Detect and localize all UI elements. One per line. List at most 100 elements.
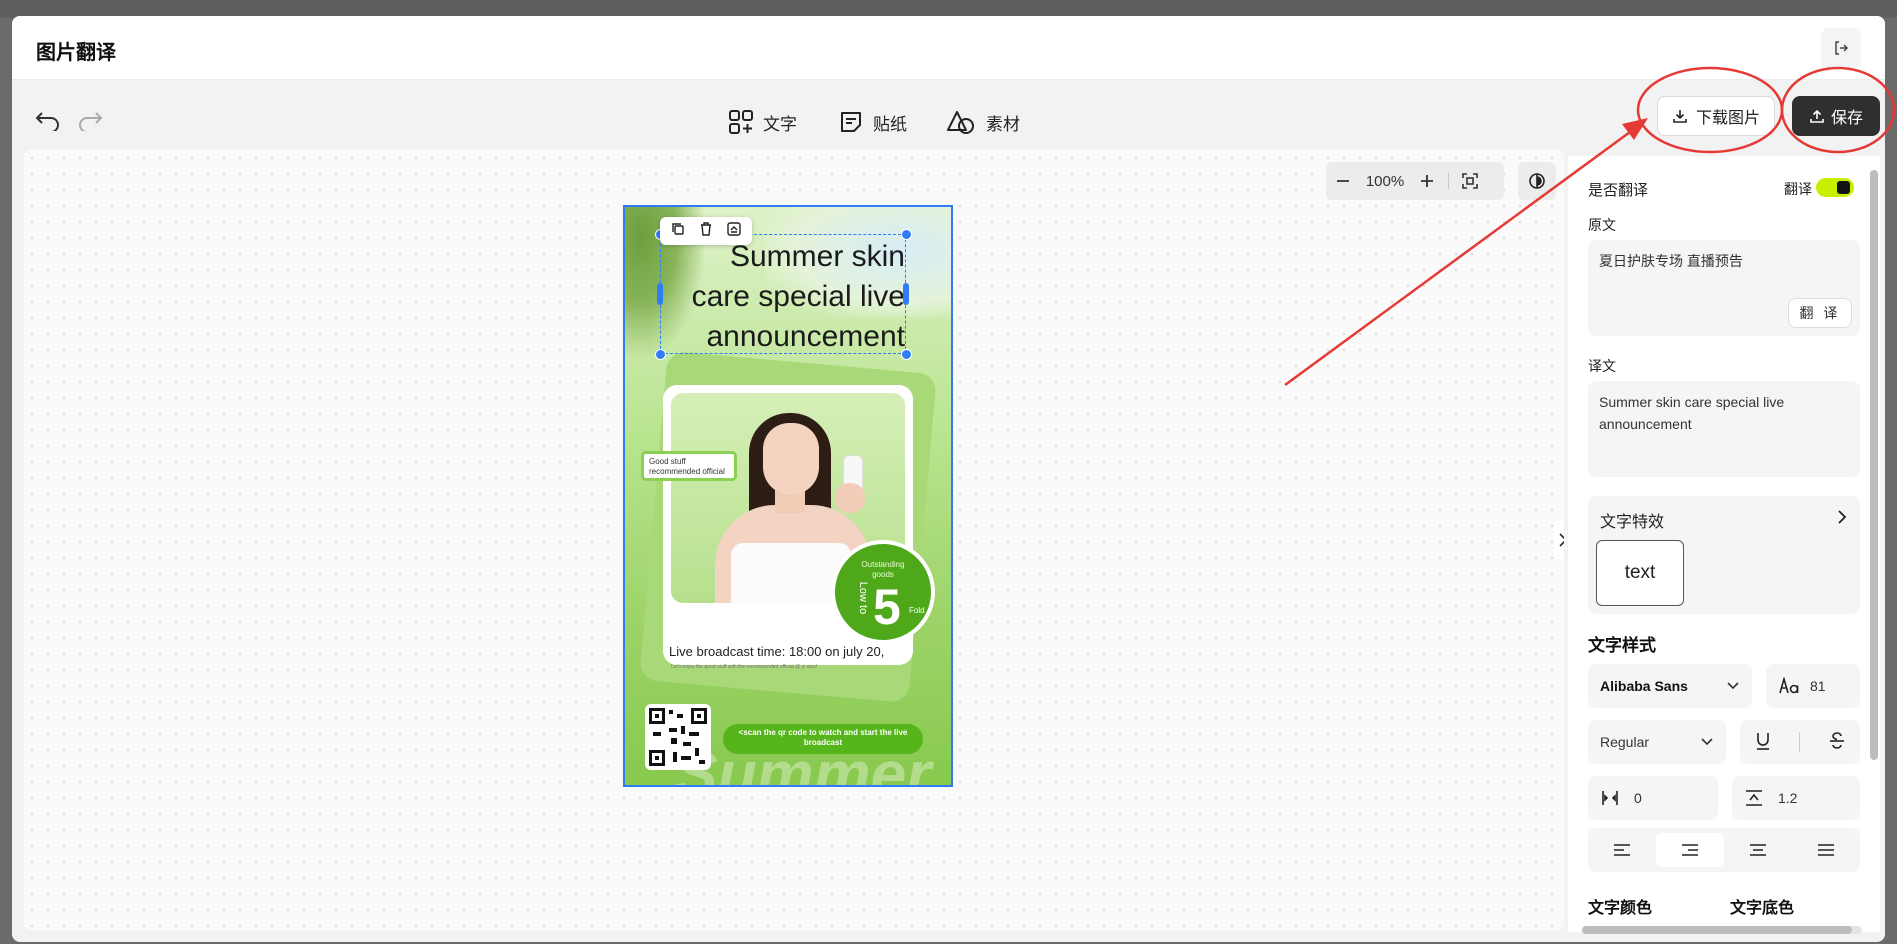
undo-icon [35, 112, 59, 131]
strikethrough-button[interactable] [1828, 731, 1846, 754]
toggle-knob [1837, 181, 1850, 194]
copy-icon [672, 222, 684, 235]
delete-button[interactable] [699, 221, 713, 241]
translate-toggle[interactable] [1816, 178, 1854, 197]
badge-line-2: recommended official [649, 467, 725, 476]
trash-icon [701, 221, 711, 236]
font-size-value: 81 [1810, 678, 1826, 694]
resize-handle-top-right[interactable] [901, 229, 912, 240]
font-size-input[interactable]: 81 [1766, 664, 1860, 708]
good-stuff-badge: Good stuff recommended official [641, 451, 737, 481]
sticker-icon [841, 112, 861, 132]
scroll-thumb[interactable] [1582, 926, 1852, 934]
resize-handle-bottom-right[interactable] [901, 349, 912, 360]
tool-sticker-label: 贴纸 [873, 114, 907, 134]
tool-material[interactable]: 素材 [946, 100, 1020, 144]
add-text-grid-icon [729, 110, 753, 134]
font-weight-select[interactable]: Regular [1588, 720, 1726, 764]
panel-horizontal-scrollbar[interactable] [1582, 926, 1862, 934]
compare-button[interactable] [1518, 162, 1556, 200]
resize-handle-bottom-left[interactable] [655, 349, 666, 360]
upload-icon [1810, 109, 1824, 123]
fit-screen-icon [1462, 173, 1478, 189]
live-time-text: Live broadcast time: 18:00 on july 20, [669, 644, 885, 659]
discount-circle: Outstanding goods Low to 5 Fold [831, 540, 935, 644]
undo-button[interactable] [30, 102, 66, 138]
circle-top-text: Outstanding goods [835, 560, 931, 580]
letter-spacing-value: 0 [1634, 790, 1642, 806]
circle-low-text: Low to [857, 581, 870, 615]
download-image-label: 下载图片 [1695, 110, 1760, 127]
translate-switch-label: 翻译 [1784, 181, 1812, 197]
font-family-value: Alibaba Sans [1600, 678, 1688, 694]
badge-line-1: Good stuff [649, 457, 686, 466]
modal-title: 图片翻译 [36, 42, 116, 64]
model-face [763, 423, 819, 495]
tool-sticker[interactable]: 贴纸 [837, 100, 907, 144]
chevron-right-icon [1838, 510, 1847, 524]
align-right-button[interactable] [1656, 833, 1724, 867]
letter-spacing-icon [1602, 791, 1618, 805]
underline-icon [1756, 732, 1769, 750]
letter-spacing-input[interactable]: 0 [1588, 776, 1718, 820]
shapes-icon [947, 111, 974, 134]
translated-text-field[interactable]: Summer skin care special live announceme… [1588, 381, 1860, 477]
text-color-label: 文字颜色 [1588, 900, 1653, 917]
text-effects-expand-button[interactable] [1836, 508, 1848, 531]
chevron-right-icon [1559, 533, 1564, 547]
align-left-icon [1614, 844, 1630, 856]
qr-code-icon [649, 708, 707, 766]
save-label: 保存 [1830, 110, 1863, 127]
resize-handle-left[interactable] [657, 283, 663, 305]
panel-scrollbar[interactable] [1870, 170, 1878, 760]
zoom-value: 100% [1365, 172, 1405, 190]
align-justify-button[interactable] [1792, 833, 1860, 867]
zoom-control: 100% [1326, 162, 1504, 200]
resize-handle-right[interactable] [903, 283, 909, 305]
text-decoration-group [1740, 720, 1860, 764]
tool-text[interactable]: 文字 [727, 100, 797, 144]
collapse-panel-button[interactable] [1554, 520, 1564, 560]
zoom-separator [1448, 173, 1449, 189]
font-weight-value: Regular [1600, 734, 1650, 750]
download-icon [1673, 110, 1687, 123]
poster-image[interactable]: Summer Good stuff recommended official O… [623, 205, 953, 787]
divider [1799, 732, 1801, 752]
tool-material-label: 素材 [986, 114, 1020, 134]
chevron-down-icon [1701, 738, 1713, 746]
line-height-value: 1.2 [1778, 790, 1798, 806]
underline-button[interactable] [1754, 731, 1772, 754]
zoom-out-button[interactable] [1326, 162, 1360, 200]
align-center-button[interactable] [1724, 833, 1792, 867]
layer-button[interactable] [727, 221, 741, 241]
duplicate-button[interactable] [671, 222, 685, 241]
translate-button[interactable]: 翻 译 [1788, 298, 1852, 328]
translated-label: 译文 [1588, 358, 1616, 374]
properties-panel: 是否翻译 翻译 原文 夏日护肤专场 直播预告 翻 译 译文 Summer ski… [1568, 156, 1880, 932]
effect-sample-text[interactable]: text [1596, 540, 1684, 606]
zoom-in-button[interactable] [1410, 162, 1444, 200]
text-effects-label: 文字特效 [1600, 514, 1665, 531]
text-style-title: 文字样式 [1588, 636, 1656, 655]
download-image-button[interactable]: 下载图片 [1657, 96, 1775, 136]
original-text-field[interactable]: 夏日护肤专场 直播预告 翻 译 [1588, 240, 1860, 336]
line-height-icon [1746, 790, 1762, 806]
original-label: 原文 [1588, 217, 1616, 233]
compare-icon [1529, 173, 1545, 189]
exit-button[interactable] [1821, 28, 1861, 68]
save-button[interactable]: 保存 [1792, 96, 1880, 136]
translate-toggle-label: 是否翻译 [1588, 182, 1649, 199]
layer-icon [727, 221, 741, 236]
font-family-select[interactable]: Alibaba Sans [1588, 664, 1752, 708]
element-mini-toolbar [660, 217, 752, 245]
live-sub-text: Let's enjoy the good stuff with the reco… [671, 664, 818, 670]
redo-button[interactable] [72, 102, 108, 138]
model-hand [835, 483, 865, 513]
fit-screen-button[interactable] [1453, 162, 1487, 200]
scan-qr-banner: <scan the qr code to watch and start the… [723, 724, 923, 754]
align-left-button[interactable] [1588, 833, 1656, 867]
line-height-input[interactable]: 1.2 [1732, 776, 1860, 820]
redo-icon [79, 112, 103, 131]
font-size-icon [1779, 677, 1799, 694]
selection-box [660, 234, 906, 354]
